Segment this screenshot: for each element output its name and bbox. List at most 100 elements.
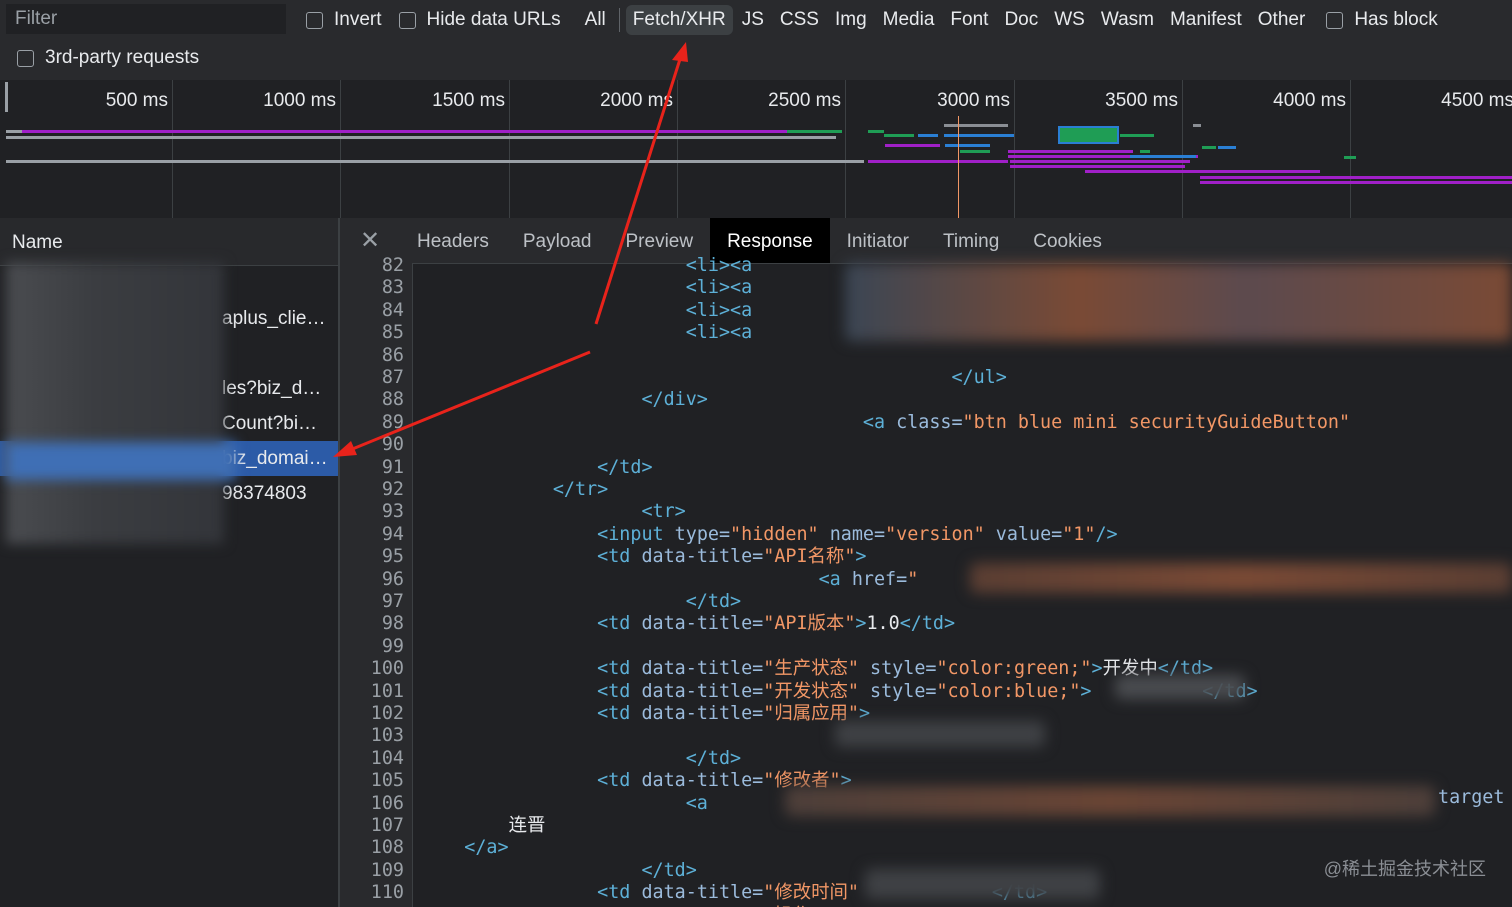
code-token: > [1080,680,1092,702]
timeline-bar [960,150,990,153]
filter-js[interactable]: JS [735,5,771,35]
line-number: 90 [381,434,404,456]
code-token: 1.0 [866,613,900,635]
tick-label: 2000 ms [600,90,673,111]
timeline-bar [22,130,787,133]
code-line: 97 </td> [340,591,1512,613]
code-text: <li><a [420,322,752,344]
line-number: 89 [381,411,404,433]
filter-manifest[interactable]: Manifest [1163,5,1249,35]
code-token: "btn blue mini securityGuideButton" [962,411,1351,433]
code-line: 94 <input type="hidden" name="version" v… [340,524,1512,546]
tick-label: 2500 ms [768,90,841,111]
filter-other[interactable]: Other [1251,5,1313,35]
blurred-redaction [6,442,236,480]
filter-fetch-xhr[interactable]: Fetch/XHR [625,5,733,35]
grid-line [340,80,341,218]
code-text: </td> [420,457,652,479]
timeline-bar [6,130,22,133]
line-number: 105 [370,770,404,792]
code-line: 93 <tr> [340,501,1512,523]
code-line: 90 [340,434,1512,456]
timeline-start-handle[interactable] [5,82,8,112]
code-token: style= [858,658,937,680]
code-text: <td data-title="API名称"> [420,546,866,568]
watermark: @稀土掘金技术社区 [1323,859,1486,879]
filter-img[interactable]: Img [828,5,874,35]
code-text: </td> [420,591,741,613]
name-column-header[interactable]: Name [0,218,338,266]
line-number: 110 [370,882,404,904]
blurred-redaction [6,262,224,544]
third-party-checkbox[interactable]: 3rd-party requests [17,47,199,69]
has-blocked-label: Has block [1354,9,1438,30]
line-number: 91 [381,456,404,478]
tick-label: 4500 ms [1441,90,1512,111]
code-line: 88 </div> [340,389,1512,411]
code-token: data-title= [641,882,764,904]
filter-media[interactable]: Media [876,5,942,35]
tick-label: 1000 ms [263,90,336,111]
code-token: <a [420,792,708,814]
timeline-overview[interactable]: 500 ms 1000 ms 1500 ms 2000 ms 2500 ms 3… [0,80,1512,219]
code-text: </td> [420,859,697,882]
filter-doc[interactable]: Doc [997,5,1045,35]
grid-line [172,80,173,218]
code-token: value= [984,523,1063,545]
tick-label: 4000 ms [1273,90,1346,111]
line-number: 99 [381,635,404,657]
filter-wasm[interactable]: Wasm [1094,5,1161,35]
timeline-bar [944,134,1014,137]
filter-input[interactable] [6,4,286,34]
request-details: ✕ Headers Payload Preview Response Initi… [340,218,1512,907]
has-blocked-checkbox[interactable]: Has block [1326,9,1438,31]
network-toolbar: Invert Hide data URLs All Fetch/XHR JS C… [0,0,1512,81]
line-number: 108 [370,837,404,859]
filter-css[interactable]: CSS [773,5,826,35]
timeline-bar [6,160,864,163]
timeline-bar [1218,146,1236,149]
filter-all[interactable]: All [578,5,613,35]
code-token: data-title= [641,680,764,702]
timeline-bar [1085,170,1320,173]
line-number: 93 [381,501,404,523]
code-token: <td [420,680,642,702]
filter-font[interactable]: Font [943,5,995,35]
line-number: 84 [381,299,404,321]
code-token: </ul> [420,367,1007,388]
code-token: data-title= [641,546,764,568]
blurred-redaction [865,869,1100,899]
code-text: <li><a [420,255,752,277]
code-text: 连晋 [420,815,546,837]
code-token: <li><a [420,322,753,344]
response-code-view[interactable]: 111 <td data-title="操作"110 <td data-titl… [340,255,1512,907]
close-icon[interactable]: ✕ [340,226,400,255]
code-token: </a> [420,837,509,859]
line-number: 104 [370,747,404,769]
code-token: </td> [420,859,697,881]
code-token: <td [420,882,642,904]
code-token: > [855,613,867,635]
code-token: type= [674,523,731,545]
code-token: data-title= [641,770,764,792]
timeline-bar [1200,176,1512,179]
timeline-bar [1010,165,1185,168]
line-number: 86 [381,344,404,366]
code-token: </td> [899,613,956,635]
code-line: 107 连晋 [340,815,1512,837]
code-token: "生产状态" [763,658,859,680]
tick-label: 3000 ms [937,90,1010,111]
invert-checkbox[interactable]: Invert [306,9,382,31]
grid-line [1350,80,1351,218]
checkbox-icon [398,11,416,29]
code-token: <td [420,703,642,724]
tick-label: 500 ms [105,90,168,111]
code-text: <td data-title="API版本">1.0</td> [420,613,955,635]
divider [618,8,620,32]
filter-ws[interactable]: WS [1047,5,1092,35]
line-number: 106 [370,792,404,814]
hide-data-urls-checkbox[interactable]: Hide data URLs [398,9,561,31]
code-token: "color:green;" [936,658,1092,680]
code-token: 连晋 [420,815,546,836]
code-token: <tr> [420,501,686,523]
